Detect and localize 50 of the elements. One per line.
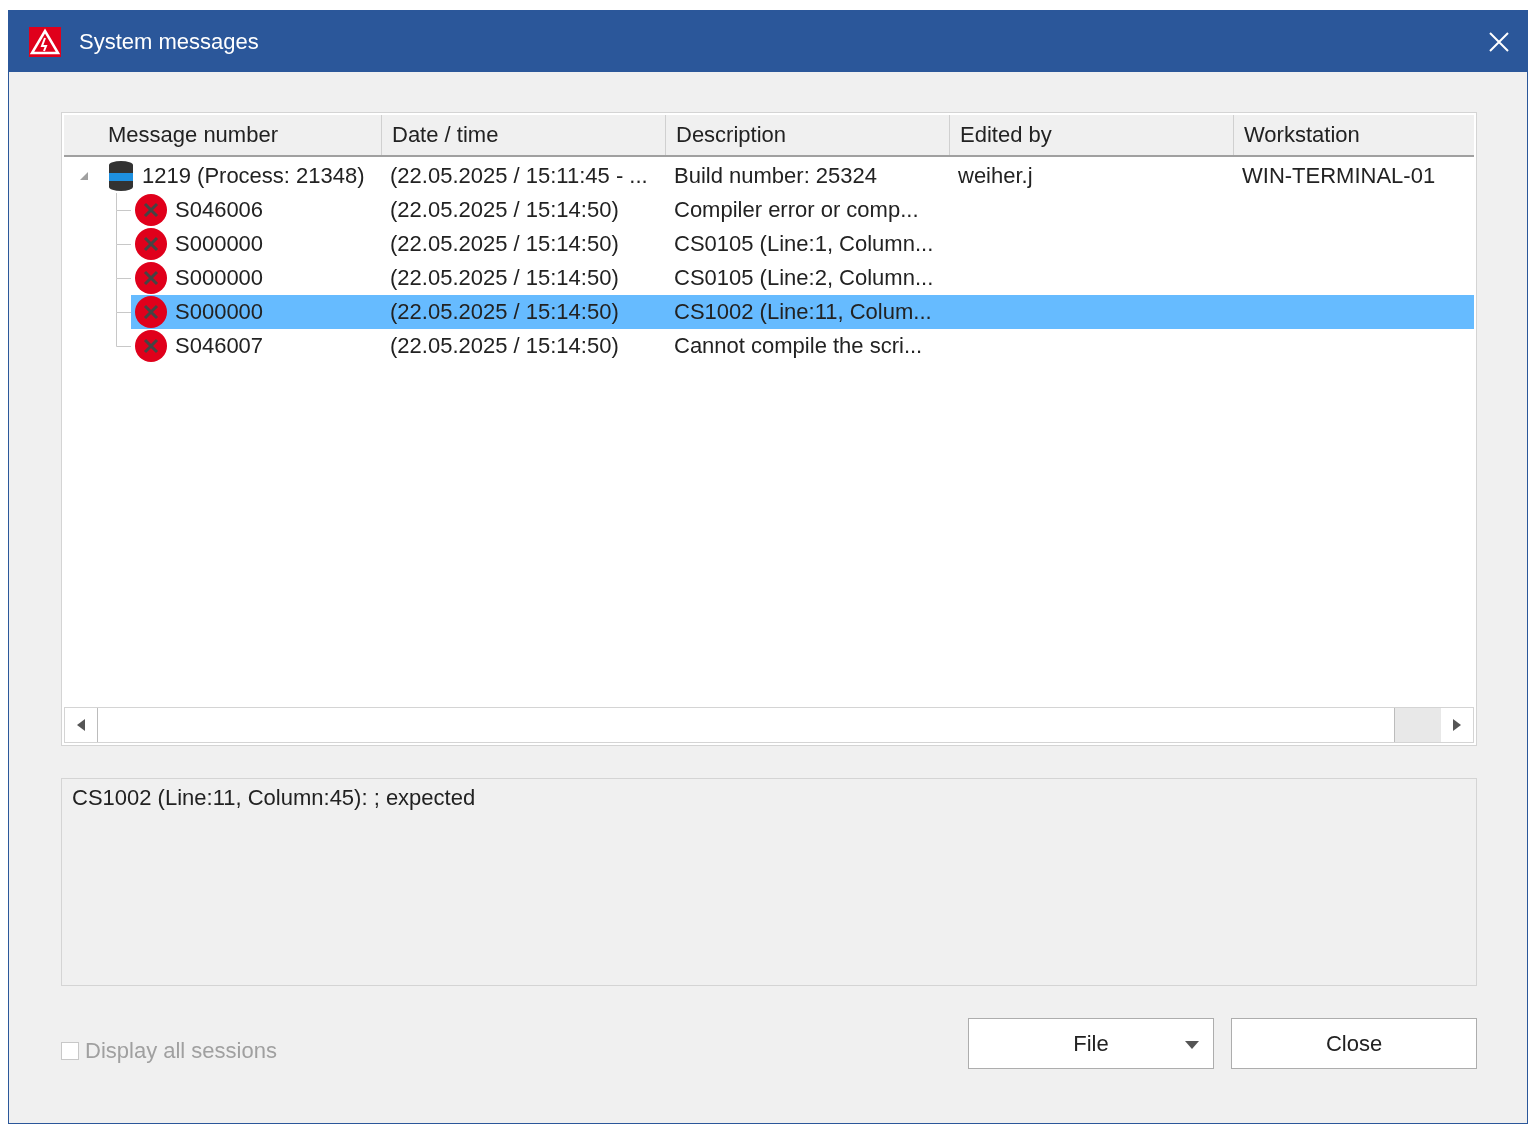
message-number-cell: S000000 — [175, 299, 264, 325]
close-icon[interactable] — [1489, 31, 1509, 52]
column-header[interactable]: Edited by — [950, 115, 1234, 155]
tree-row[interactable]: S046007 (22.05.2025 / 15:14:50) Cannot compile the scri... — [64, 329, 1474, 363]
tree-connector-line — [116, 261, 131, 295]
window-title: System messages — [79, 28, 260, 55]
date-time-cell: (22.05.2025 / 15:14:50) — [390, 197, 619, 222]
date-time-cell: (22.05.2025 / 15:14:50) — [390, 265, 619, 290]
message-number-cell: S046007 — [175, 333, 264, 359]
date-time-cell: (22.05.2025 / 15:14:50) — [390, 231, 619, 256]
message-number-cell: 1219 (Process: 21348) — [142, 163, 365, 189]
error-icon — [135, 194, 167, 226]
caret-icon — [1185, 1041, 1199, 1049]
scroll-left-icon[interactable] — [77, 719, 85, 731]
edited-by-cell: weiher.j — [958, 163, 1033, 188]
tree-row[interactable]: S000000 (22.05.2025 / 15:14:50) CS0105 (Line:1, Column... — [64, 227, 1474, 261]
close-button[interactable]: Close — [1231, 1018, 1477, 1069]
column-header[interactable]: Description — [666, 115, 950, 155]
warning-icon — [29, 26, 61, 57]
description-cell: CS0105 (Line:2, Column... — [674, 265, 934, 290]
tree-row[interactable]: S000000 (22.05.2025 / 15:14:50) CS0105 (Line:2, Column... — [64, 261, 1474, 295]
date-time-cell: (22.05.2025 / 15:14:50) — [390, 333, 619, 358]
message-number-cell: S046006 — [175, 197, 264, 223]
tree-row[interactable]: 1219 (Process: 21348) (22.05.2025 / 15:11:45 - ... Build number: 25324 weiher.j WIN-TERMINAL-01 — [64, 159, 1474, 193]
expanded-arrow-icon[interactable] — [79, 171, 89, 181]
message-number-cell: S000000 — [175, 265, 264, 291]
description-cell: CS0105 (Line:1, Column... — [674, 231, 934, 256]
tree-connector-line — [116, 193, 131, 227]
description-cell: CS1002 (Line:11, Colum... — [674, 299, 932, 324]
column-header[interactable]: Date / time — [382, 115, 666, 155]
tree-connector-line — [116, 227, 131, 261]
column-header[interactable]: Workstation — [1234, 115, 1474, 155]
error-icon — [135, 330, 167, 362]
error-icon — [135, 228, 167, 260]
tree-row[interactable]: S046006 (22.05.2025 / 15:14:50) Compiler error or comp... — [64, 193, 1474, 227]
scroll-right-icon[interactable] — [1453, 719, 1461, 731]
message-detail-text: CS1002 (Line:11, Column:45): ; expected — [61, 778, 1477, 986]
column-header[interactable]: Message number — [64, 115, 382, 155]
message-number-cell: S000000 — [175, 231, 264, 257]
date-time-cell: (22.05.2025 / 15:11:45 - ... — [390, 163, 648, 188]
error-icon — [135, 262, 167, 294]
workstation-cell: WIN-TERMINAL-01 — [1242, 163, 1436, 188]
file-dropdown-button[interactable]: File — [968, 1018, 1214, 1069]
date-time-cell: (22.05.2025 / 15:14:50) — [390, 299, 619, 324]
description-cell: Compiler error or comp... — [674, 197, 919, 222]
error-icon — [135, 296, 167, 328]
description-cell: Cannot compile the scri... — [674, 333, 923, 358]
horizontal-scrollbar[interactable] — [64, 707, 1474, 743]
description-cell: Build number: 25324 — [674, 163, 878, 188]
database-icon — [108, 160, 134, 192]
